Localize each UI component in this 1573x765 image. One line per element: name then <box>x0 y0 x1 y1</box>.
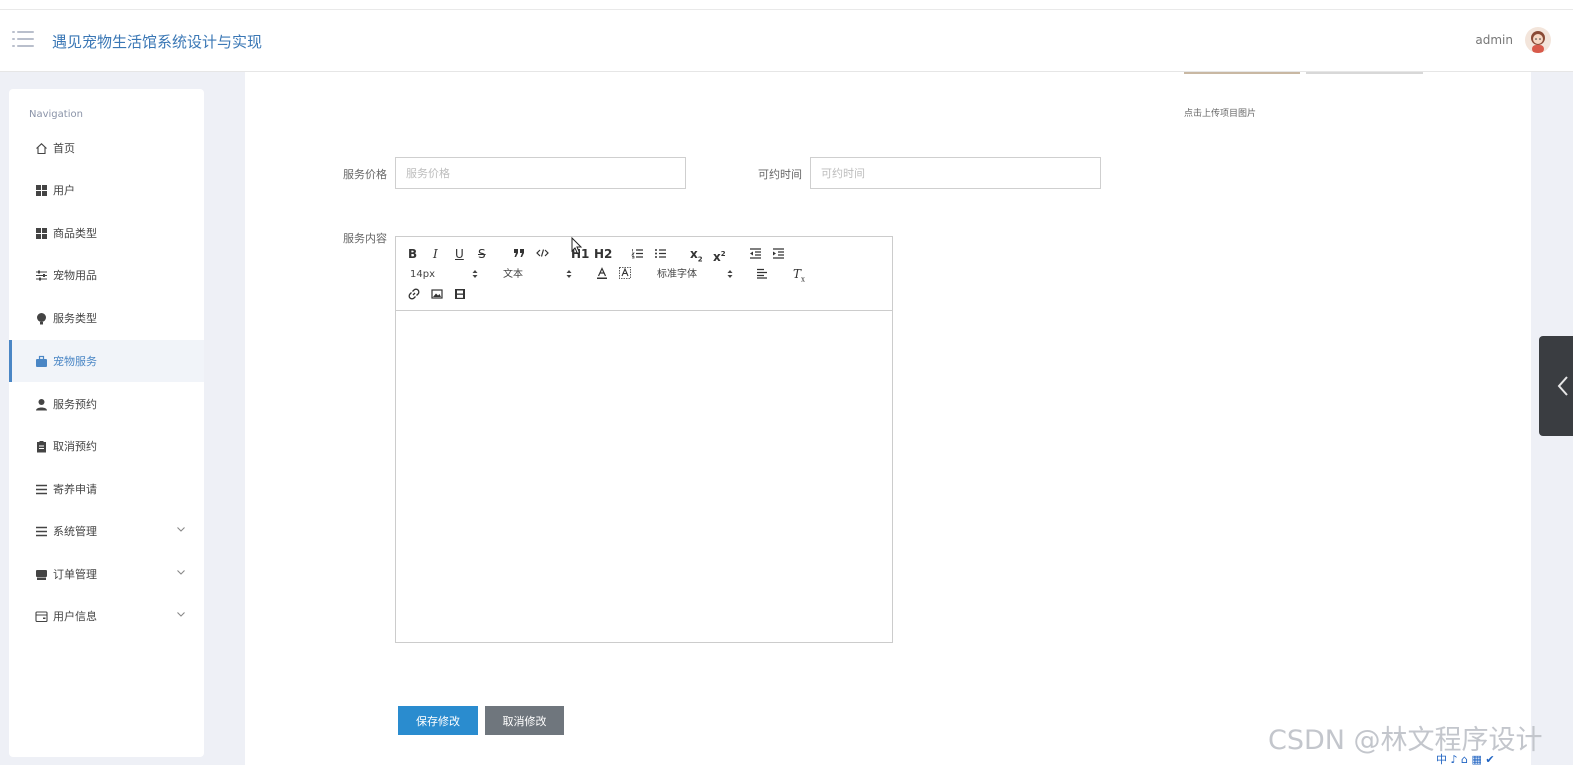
briefcase-icon <box>36 355 47 367</box>
link-icon[interactable] <box>408 288 420 300</box>
bullet-list-icon[interactable] <box>654 248 667 259</box>
nav-heading: Navigation <box>29 109 83 120</box>
ime-tray: 中 ♪ ⌂ ▦ ✔ <box>1436 753 1495 765</box>
sidebar-item-pet-supplies[interactable]: 宠物用品 <box>9 254 204 296</box>
sidebar-item-pet-services[interactable]: 宠物服务 <box>9 340 204 382</box>
time-label: 可约时间 <box>758 168 802 181</box>
time-input[interactable] <box>810 157 1101 189</box>
chevron-down-icon <box>177 612 185 617</box>
sidebar-item-product-types[interactable]: 商品类型 <box>9 212 204 254</box>
sidebar-item-home[interactable]: 首页 <box>9 127 204 169</box>
sidebar-item-users[interactable]: 用户 <box>9 169 204 211</box>
upload-button[interactable] <box>1306 72 1423 74</box>
chevron-left-icon <box>1557 376 1568 396</box>
sidebar-item-label: 宠物服务 <box>53 355 97 368</box>
uploaded-image-preview[interactable] <box>1184 72 1300 74</box>
sidebar-item-label: 宠物用品 <box>53 269 97 282</box>
card-icon <box>35 610 48 622</box>
sidebar-item-service-booking[interactable]: 服务预约 <box>9 383 204 425</box>
app-title: 遇见宠物生活馆系统设计与实现 <box>52 33 263 51</box>
select-caret-icon <box>472 270 478 278</box>
sidebar: Navigation 首页 用户 商品类型 宠物用品 服务类型 宠物服务 服务预… <box>9 89 204 757</box>
outdent-icon[interactable] <box>749 248 762 259</box>
chevron-down-icon <box>177 527 185 532</box>
save-button[interactable]: 保存修改 <box>398 706 478 735</box>
editor-content-area[interactable] <box>396 312 892 642</box>
superscript-button[interactable]: x2 <box>713 247 726 264</box>
image-icon[interactable] <box>431 288 443 300</box>
font-size-select[interactable]: 14px <box>410 268 435 282</box>
avatar[interactable] <box>1525 27 1551 53</box>
background-color-icon[interactable] <box>619 267 631 279</box>
list-icon <box>36 526 47 536</box>
header-select[interactable]: 文本 <box>503 268 523 282</box>
sidebar-item-cancel-booking[interactable]: 取消预约 <box>9 425 204 467</box>
cancel-button[interactable]: 取消修改 <box>485 706 564 735</box>
avatar-icon <box>1531 31 1545 53</box>
user-icon <box>36 398 47 410</box>
sidebar-item-service-types[interactable]: 服务类型 <box>9 297 204 339</box>
sidebar-item-label: 用户信息 <box>53 610 97 623</box>
blockquote-icon[interactable] <box>513 248 525 258</box>
sidebar-item-user-info[interactable]: 用户信息 <box>9 595 204 637</box>
sidebar-item-label: 首页 <box>53 142 75 155</box>
sidebar-item-boarding[interactable]: 寄养申请 <box>9 468 204 510</box>
code-icon[interactable] <box>536 248 549 258</box>
price-label: 服务价格 <box>343 168 387 181</box>
indent-icon[interactable] <box>772 248 785 259</box>
sidebar-item-label: 商品类型 <box>53 227 97 240</box>
italic-button[interactable]: I <box>433 247 438 261</box>
sidebar-item-orders[interactable]: 订单管理 <box>9 553 204 595</box>
editor-toolbar: B I U S H1 H2 x2 x2 14px 文本 标准字体 Tx <box>396 237 892 311</box>
sidebar-item-label: 订单管理 <box>53 568 97 581</box>
app-header: 遇见宠物生活馆系统设计与实现 admin <box>0 10 1573 72</box>
sidebar-item-label: 服务类型 <box>53 312 97 325</box>
font-family-select[interactable]: 标准字体 <box>657 268 697 282</box>
user-name[interactable]: admin <box>1475 33 1513 47</box>
strike-button[interactable]: S <box>478 247 486 261</box>
grid-icon <box>36 227 47 239</box>
sidebar-item-label: 取消预约 <box>53 440 97 453</box>
bulb-icon <box>37 312 46 324</box>
subscript-button[interactable]: x2 <box>690 247 703 266</box>
inbox-icon <box>36 569 47 580</box>
price-input[interactable] <box>395 157 686 189</box>
menu-toggle-icon[interactable] <box>12 30 34 48</box>
main-content: 点击上传项目图片 服务价格 可约时间 服务内容 B I U S H1 H2 x2… <box>245 72 1531 765</box>
video-icon[interactable] <box>454 288 466 300</box>
bold-button[interactable]: B <box>408 247 417 261</box>
sidebar-item-system[interactable]: 系统管理 <box>9 510 204 552</box>
sidebar-item-label: 寄养申请 <box>53 483 97 496</box>
text-color-icon[interactable] <box>596 267 608 279</box>
sidebar-item-label: 服务预约 <box>53 398 97 411</box>
rich-text-editor: B I U S H1 H2 x2 x2 14px 文本 标准字体 Tx <box>395 236 893 643</box>
clean-format-button[interactable]: Tx <box>793 267 805 286</box>
sidebar-item-label: 用户 <box>53 184 75 197</box>
browser-top-strip <box>0 0 1573 10</box>
underline-button[interactable]: U <box>455 247 464 261</box>
chevron-down-icon <box>177 570 185 575</box>
ordered-list-icon[interactable] <box>631 248 644 259</box>
sidebar-item-label: 系统管理 <box>53 525 97 538</box>
upload-hint: 点击上传项目图片 <box>1184 109 1257 119</box>
home-icon <box>36 142 47 154</box>
side-panel-toggle[interactable] <box>1539 336 1573 436</box>
content-label: 服务内容 <box>343 232 387 245</box>
sliders-icon <box>36 270 47 280</box>
list-icon <box>36 484 47 494</box>
select-caret-icon <box>566 270 572 278</box>
clipboard-icon <box>37 440 46 452</box>
header2-button[interactable]: H2 <box>594 247 612 261</box>
select-caret-icon <box>727 270 733 278</box>
mouse-cursor-icon <box>571 237 583 255</box>
grid-icon <box>36 184 47 196</box>
align-left-icon[interactable] <box>756 268 768 279</box>
